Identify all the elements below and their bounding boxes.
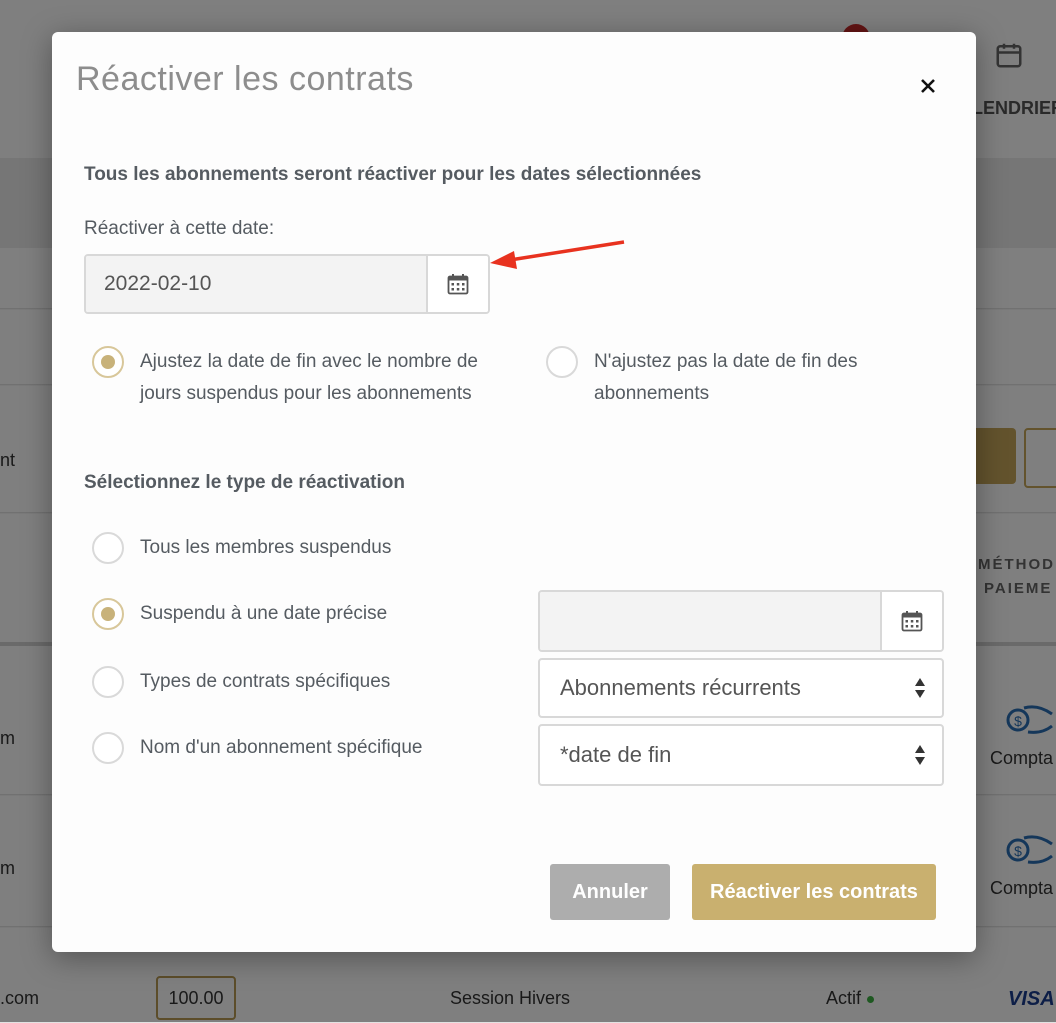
specific-date-calendar-button[interactable] (882, 592, 942, 650)
radio-type-subscription-name[interactable] (92, 732, 124, 764)
reactivate-contracts-button[interactable]: Réactiver les contrats (692, 864, 936, 920)
section-heading-reactivation-type: Sélectionnez le type de réactivation (84, 472, 405, 493)
radio-no-adjust-end-date-label: N'ajustez pas la date de fin des abonnem… (594, 351, 858, 404)
radio-type-all-suspended-label: Tous les membres suspendus (140, 537, 392, 558)
specific-date-group (538, 590, 944, 652)
radio-type-all-suspended[interactable] (92, 532, 124, 564)
specific-date-input[interactable] (540, 592, 882, 650)
calendar-icon (901, 611, 923, 632)
radio-no-adjust-end-date[interactable] (546, 346, 578, 378)
reactivate-contracts-modal: Réactiver les contrats Tous les abonneme… (52, 32, 976, 952)
radio-type-contract-types[interactable] (92, 666, 124, 698)
radio-type-contract-types-label: Types de contrats spécifiques (140, 671, 391, 692)
select-arrows-icon (915, 745, 925, 765)
select-arrows-icon (915, 678, 925, 698)
radio-adjust-end-date-label: Ajustez la date de fin avec le nombre de… (140, 351, 478, 404)
contract-type-selected-value: Abonnements récurrents (560, 675, 801, 700)
subscription-name-selected-value: *date de fin (560, 742, 672, 767)
radio-type-specific-date[interactable] (92, 598, 124, 630)
radio-type-subscription-name-label: Nom d'un abonnement spécifique (140, 737, 423, 758)
radio-adjust-end-date[interactable] (92, 346, 124, 378)
cancel-button[interactable]: Annuler (550, 864, 670, 920)
annotation-arrow-icon (490, 240, 625, 269)
radio-type-specific-date-label: Suspendu à une date précise (140, 603, 388, 624)
contract-type-select[interactable]: Abonnements récurrents (538, 658, 944, 718)
subscription-name-select[interactable]: *date de fin (538, 724, 944, 786)
